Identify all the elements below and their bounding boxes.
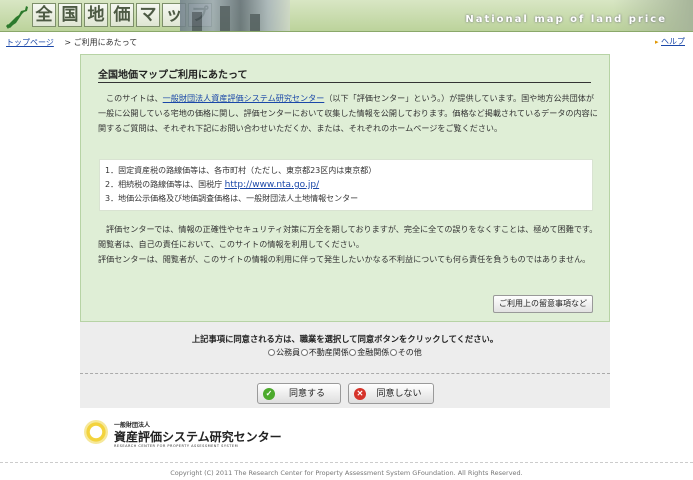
japan-map-icon xyxy=(6,4,28,29)
radio-button[interactable] xyxy=(268,349,276,356)
section-divider xyxy=(80,373,610,374)
arrow-right-icon: ▸ xyxy=(654,38,659,46)
occupation-option[interactable]: 公務員 xyxy=(268,348,300,357)
terms-panel: 全国地価マップご利用にあたって このサイトは、一般財団法人資産評価システム研究セ… xyxy=(80,54,610,322)
agree-button[interactable]: ✓ 同意する xyxy=(257,383,341,404)
breadcrumb-home-link[interactable]: トップページ xyxy=(6,38,54,47)
intro-text-part: このサイトは、 xyxy=(106,93,163,103)
breadcrumb-current: ご利用にあたって xyxy=(73,38,138,47)
list-item: 1．固定資産税の路線価等は、各市町村（ただし、東京都23区内は東京都） xyxy=(105,166,377,175)
page-title: 全国地価マップご利用にあたって xyxy=(98,70,248,81)
list-item: 2．相続税の路線価等は、国税庁 http://www.nta.go.jp/ xyxy=(105,180,320,190)
title-char: 地 xyxy=(84,3,108,27)
breadcrumb-separator: > xyxy=(64,38,72,47)
agreement-section: 上記事項に同意される方は、職業を選択して同意ボタンをクリックしてください。 公務… xyxy=(80,322,610,408)
occupation-radio-group: 公務員 不動産関係 金融関係 その他 xyxy=(80,347,610,358)
disclaimer-paragraph: 評価センターは、閲覧者が、このサイトの情報の利用に伴って発生したいかなる不利益に… xyxy=(98,254,591,264)
help-link[interactable]: ヘルプ xyxy=(661,37,685,46)
site-header: 全 国 地 価 マ ッ プ National map of land price xyxy=(0,0,693,32)
disclaimer-text: 評価センターでは、情報の正確性やセキュリティ対策に万全を期しておりますが、完全に… xyxy=(98,222,598,267)
title-char: 価 xyxy=(110,3,134,27)
disclaimer-paragraph: 評価センターでは、情報の正確性やセキュリティ対策に万全を期しておりますが、完全に… xyxy=(98,224,598,249)
radio-button[interactable] xyxy=(300,349,308,356)
disagree-button[interactable]: ✕ 同意しない xyxy=(348,383,434,404)
intro-text: このサイトは、一般財団法人資産評価システム研究センター（以下「評価センター」とい… xyxy=(98,91,598,136)
title-char: 国 xyxy=(58,3,82,27)
agreement-prompt: 上記事項に同意される方は、職業を選択して同意ボタンをクリックしてください。 xyxy=(191,334,499,344)
org-emblem-icon xyxy=(84,420,108,444)
cross-icon: ✕ xyxy=(354,388,366,400)
title-char: 全 xyxy=(32,3,56,27)
usage-notes-button[interactable]: ご利用上の留意事項など xyxy=(493,295,593,313)
occupation-option[interactable]: その他 xyxy=(389,348,422,357)
header-city-photo xyxy=(180,0,290,31)
footer-divider xyxy=(0,462,693,463)
title-divider xyxy=(98,82,591,83)
radio-button[interactable] xyxy=(349,349,357,356)
breadcrumb: トップページ > ご利用にあたって xyxy=(6,37,137,48)
help-link-container: ▸ ヘルプ xyxy=(655,36,685,47)
english-title: National map of land price xyxy=(465,14,667,25)
org-english-name: RESEARCH CENTER FOR PROPERTY ASSESSMENT … xyxy=(114,444,239,448)
occupation-option[interactable]: 金融関係 xyxy=(349,348,389,357)
radio-button[interactable] xyxy=(389,349,397,356)
list-item: 3．地価公示価格及び地価調査価格は、一般財団法人土地情報センター xyxy=(105,194,359,203)
org-name: 資産評価システム研究センター xyxy=(114,430,282,444)
title-char: マ xyxy=(136,3,160,27)
contact-list: 1．固定資産税の路線価等は、各市町村（ただし、東京都23区内は東京都） 2．相続… xyxy=(99,159,593,211)
nta-link[interactable]: http://www.nta.go.jp/ xyxy=(225,180,319,190)
occupation-option[interactable]: 不動産関係 xyxy=(300,348,349,357)
org-logo[interactable]: 一般財団法人 資産評価システム研究センター RESEARCH CENTER FO… xyxy=(84,418,284,452)
org-link[interactable]: 一般財団法人資産評価システム研究センター xyxy=(163,93,325,103)
copyright: Copyright (C) 2011 The Research Center f… xyxy=(170,469,523,477)
check-icon: ✓ xyxy=(263,388,275,400)
